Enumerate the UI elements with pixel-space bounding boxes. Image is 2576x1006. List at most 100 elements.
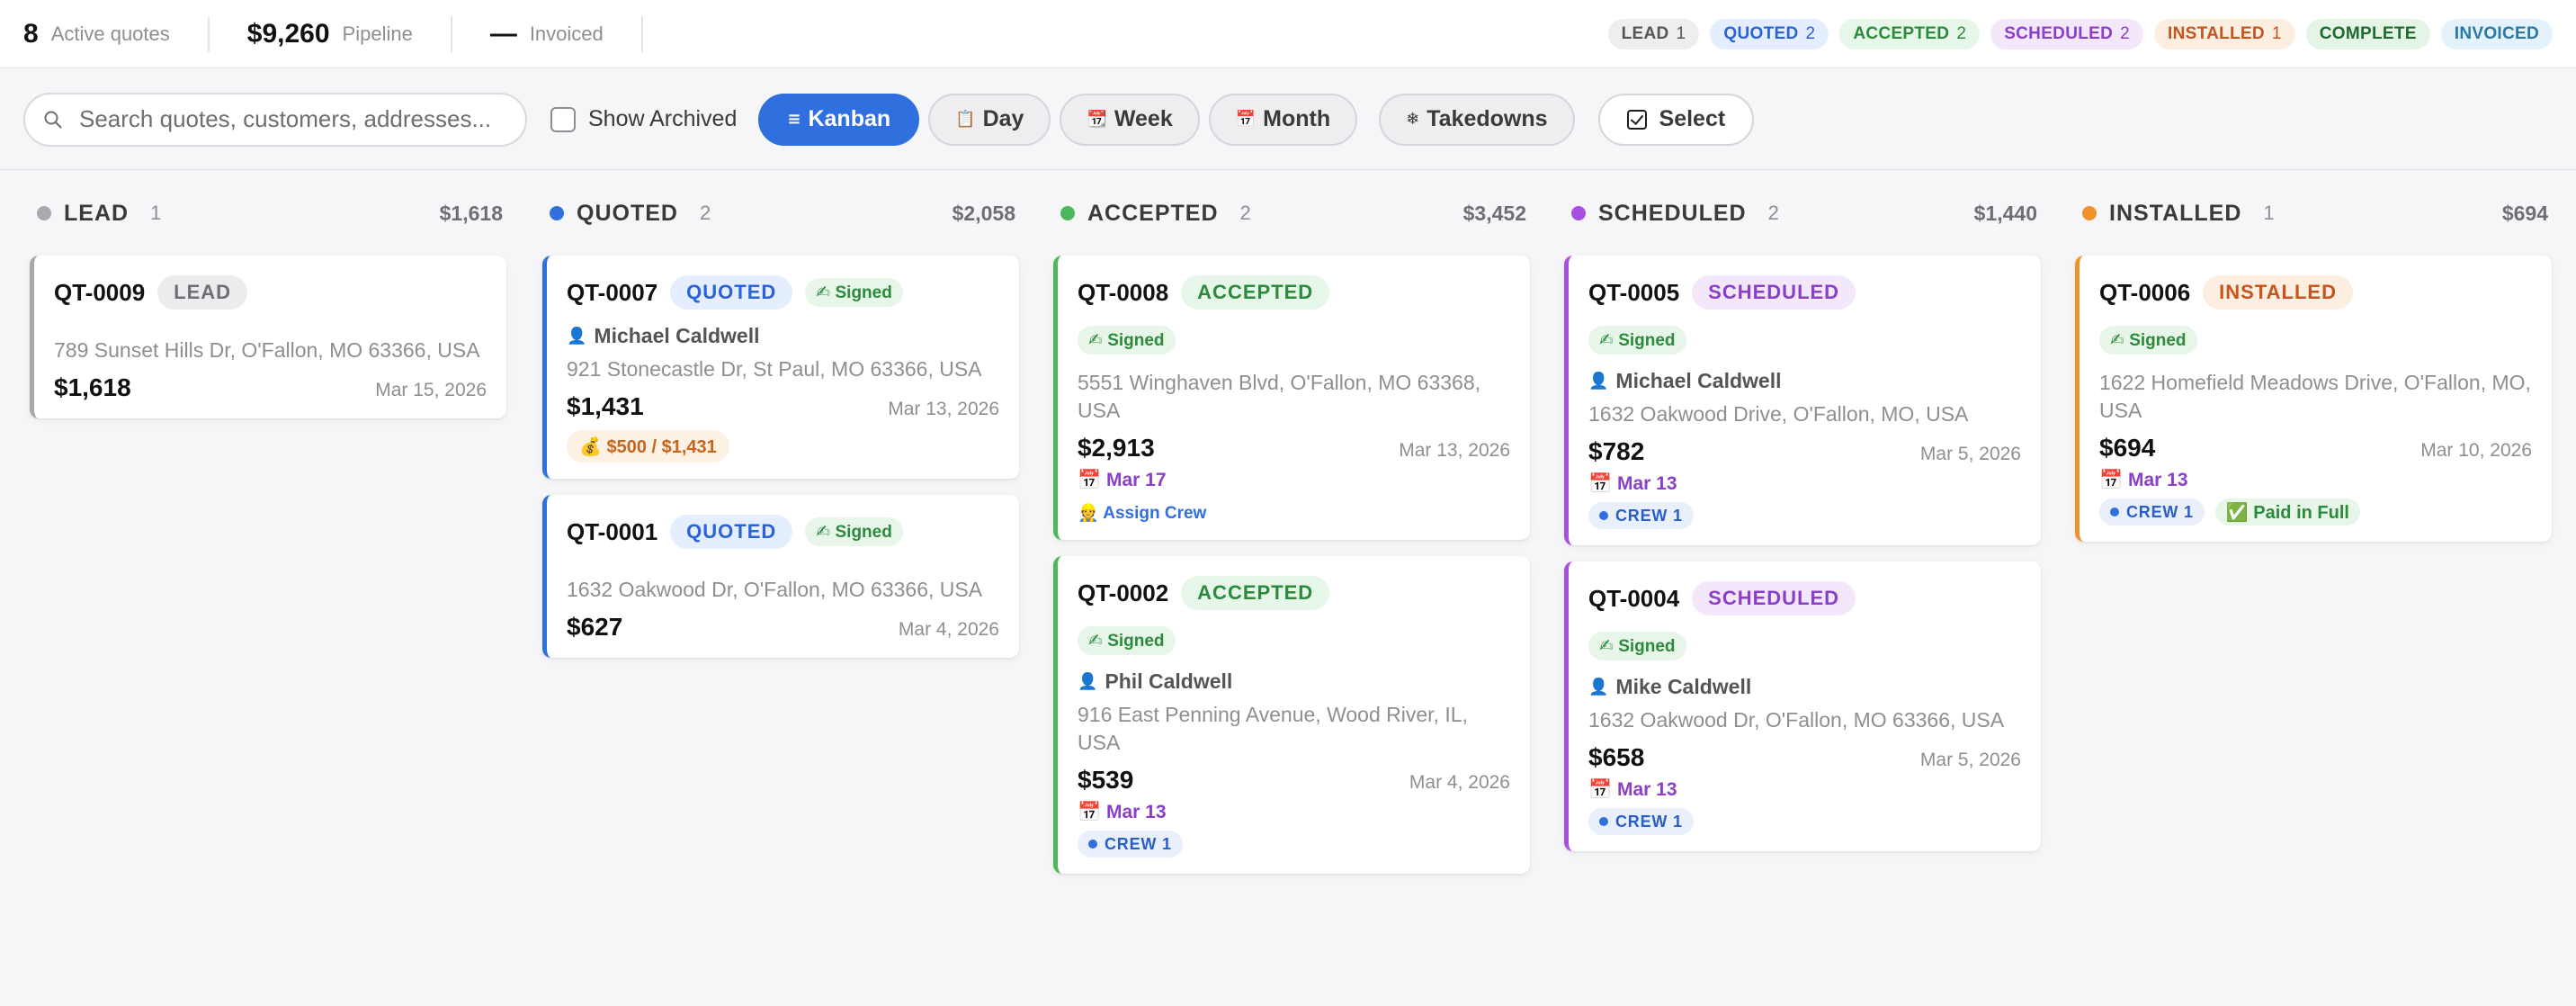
crew-label: CREW 1 [2126,502,2194,521]
column-title: ACCEPTED [1087,200,1219,226]
card-header: QT-0009 LEAD [54,275,487,310]
status-badge-lead[interactable]: LEAD 1 [1607,18,1700,49]
address: 916 East Penning Avenue, Wood River, IL,… [1078,703,1468,754]
stat-active-quotes: 8 Active quotes [23,15,210,52]
person-icon: 👤 [1588,678,1609,696]
quote-card[interactable]: QT-0002 ACCEPTED ✍ Signed 👤 Phil Caldwell 916… [1053,556,1530,874]
column-title: QUOTED [577,200,678,226]
stat-label: Pipeline [342,22,413,45]
quote-date: Mar 4, 2026 [898,619,999,640]
month-view-icon: 📅 [1235,110,1257,129]
signed-row: ✍ Signed [1588,326,2021,355]
select-button[interactable]: Select [1597,93,1755,146]
column-status-dot [37,206,51,220]
column-status-dot [1571,206,1586,220]
stat-pipeline: $9,260 Pipeline [247,15,452,52]
address: 1622 Homefield Meadows Drive, O'Fallon, … [2099,371,2531,422]
quote-amount: $782 [1588,437,1645,465]
status-badge-accepted[interactable]: ACCEPTED 2 [1839,18,1981,49]
card-header: QT-0005 SCHEDULED [1588,275,2021,310]
quote-card[interactable]: QT-0008 ACCEPTED ✍ Signed 5551 Winghaven Bl… [1053,256,1530,540]
status-tag: ACCEPTED [1181,275,1330,310]
crew-dot-icon [2110,507,2119,516]
customer-name-text: Phil Caldwell [1105,669,1233,693]
quote-card[interactable]: QT-0001 QUOTED ✍ Signed 1632 Oakwood Dr, O'… [542,495,1019,658]
quote-date: Mar 5, 2026 [1919,750,2021,770]
search-icon [44,111,62,128]
checkbox-icon [1626,109,1647,130]
crew-label: CREW 1 [1615,812,1683,831]
card-header: QT-0006 INSTALLED [2099,275,2532,310]
card-footer: $539 Mar 4, 2026 [1078,766,1510,795]
search-input[interactable] [79,105,507,133]
quote-card[interactable]: QT-0005 SCHEDULED ✍ Signed 👤 Michael Caldwel… [1564,256,2041,545]
status-badge-label: INSTALLED [2168,23,2265,43]
quote-card[interactable]: QT-0009 LEAD 789 Sunset Hills Dr, O'Fallon… [30,256,506,418]
view-label: Day [982,106,1024,131]
card-pills: CREW 1 [1078,831,1510,858]
view-label: Week [1114,106,1173,131]
card-footer: $627 Mar 4, 2026 [567,613,999,642]
quote-id: QT-0009 [54,278,146,306]
column-header: ACCEPTED 2 $3,452 [1053,171,1530,256]
show-archived-checkbox[interactable] [550,106,576,132]
column-total: $1,440 [1973,201,2037,225]
signed-badge: ✍ Signed [1588,632,1686,660]
column-title: SCHEDULED [1598,200,1747,226]
quote-card[interactable]: QT-0006 INSTALLED ✍ Signed 1622 Homefield M… [2075,256,2552,542]
takedowns-button[interactable]: ❄ Takedowns [1379,93,1575,146]
status-badge-invoiced[interactable]: INVOICED [2440,18,2553,49]
status-badge-label: INVOICED [2454,23,2539,43]
address: 1632 Oakwood Dr, O'Fallon, MO 63366, USA [567,578,983,601]
show-archived-toggle[interactable]: Show Archived [550,106,737,132]
card-header: QT-0002 ACCEPTED [1078,576,1510,610]
view-week-button[interactable]: 📆 Week [1060,93,1200,146]
quote-id: QT-0007 [567,278,658,306]
stat-value: — [489,18,517,49]
snowflake-icon: ❄ [1406,110,1420,129]
stat-label: Invoiced [529,22,604,45]
crew-badge: CREW 1 [1078,831,1183,858]
column-quoted: QUOTED 2 $2,058 QT-0007 QUOTED ✍ Signed 👤 Micha… [542,171,1019,674]
status-badge-scheduled[interactable]: SCHEDULED 2 [1990,18,2143,49]
status-tag: LEAD [157,275,248,310]
view-month-button[interactable]: 📅 Month [1208,93,1358,146]
address: 1632 Oakwood Dr, O'Fallon, MO 63366, USA [1588,708,2005,732]
customer-name-text: Michael Caldwell [1615,369,1782,392]
card-footer: $1,618 Mar 15, 2026 [54,373,487,402]
quote-card[interactable]: QT-0004 SCHEDULED ✍ Signed 👤 Mike Caldwell 16… [1564,561,2041,851]
quote-date: Mar 4, 2026 [1409,772,1510,793]
week-view-icon: 📆 [1087,110,1107,129]
status-tag: SCHEDULED [1692,581,1856,615]
person-icon: 👤 [567,327,587,346]
status-filter-badges: LEAD 1 QUOTED 2 ACCEPTED 2 SCHEDULED 2 INSTALLED… [1607,18,2553,49]
crew-label: CREW 1 [1105,834,1172,853]
quote-id: QT-0005 [1588,278,1680,306]
signed-row: ✍ Signed [1588,632,2021,660]
deposit-badge: 💰 $500 / $1,431 [567,430,729,463]
status-badge-quoted[interactable]: QUOTED 2 [1710,18,1829,49]
crew-dot-icon [1088,840,1097,849]
stat-label: Active quotes [50,22,170,45]
quote-amount: $1,431 [567,392,644,420]
search-box[interactable] [23,92,527,147]
status-tag: INSTALLED [2203,275,2353,310]
status-badge-installed[interactable]: INSTALLED 1 [2154,18,2295,49]
quote-amount: $627 [567,613,623,641]
assign-crew-link[interactable]: 👷 Assign Crew [1078,502,1510,524]
status-badge-complete[interactable]: COMPLETE [2305,18,2430,49]
view-kanban-button[interactable]: ≡ Kanban [758,93,920,146]
column-count: 2 [1239,202,1251,224]
column-header: SCHEDULED 2 $1,440 [1564,171,2041,256]
column-status-dot [2082,206,2097,220]
status-badge-count: 1 [1676,23,1686,43]
view-label: Kanban [808,106,891,131]
view-day-button[interactable]: 📋 Day [928,93,1051,146]
address: 789 Sunset Hills Dr, O'Fallon, MO 63366,… [54,338,480,362]
card-header: QT-0008 ACCEPTED [1078,275,1510,310]
person-icon: 👤 [1588,372,1609,391]
quote-card[interactable]: QT-0007 QUOTED ✍ Signed 👤 Michael Caldwell 92… [542,256,1019,479]
signed-row: ✍ Signed [1078,326,1510,355]
column-accepted: ACCEPTED 2 $3,452 QT-0008 ACCEPTED ✍ Signed 55… [1053,171,1530,890]
quote-date: Mar 5, 2026 [1919,444,2021,464]
